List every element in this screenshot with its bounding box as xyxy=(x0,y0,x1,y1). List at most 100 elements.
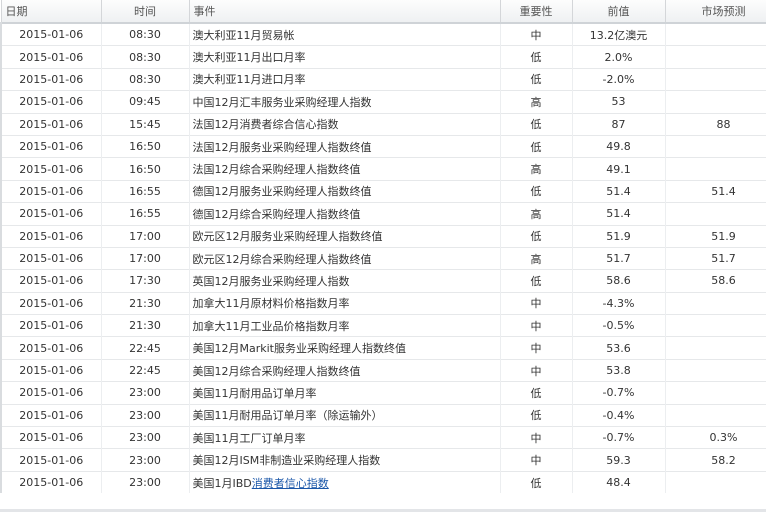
forecast-cell xyxy=(664,90,766,114)
col-header-forecast[interactable]: 市场预测 xyxy=(664,0,766,24)
forecast-cell xyxy=(664,291,766,315)
table-row[interactable]: 2015-01-06 21:30 加拿大11月工业品价格指数月率中 -0.5% xyxy=(0,314,766,337)
date-cell: 2015-01-06 xyxy=(0,470,102,494)
time-cell: 16:55 xyxy=(100,202,190,226)
previous-value-cell: -4.3% xyxy=(571,291,666,315)
previous-value-cell: 53.8 xyxy=(571,358,666,382)
economic-calendar: 日期 时间 事件 重要性 前值 市场预测 2015-01-06 08:30 澳大利亚… xyxy=(0,0,766,512)
previous-value-cell: 51.4 xyxy=(571,202,666,226)
importance-cell: 低 xyxy=(499,112,573,136)
col-header-previous[interactable]: 前值 xyxy=(571,0,666,24)
forecast-cell: 58.6 xyxy=(664,269,766,293)
previous-value-cell: 87 xyxy=(571,112,666,136)
table-row[interactable]: 2015-01-06 23:00 美国12月ISM非制造业采购经理人指数中 59.3 5… xyxy=(0,448,766,472)
table-row[interactable]: 2015-01-06 16:55 德国12月服务业采购经理人指数终值低 51.4 51.… xyxy=(0,179,766,203)
event-cell: 加拿大11月原材料价格指数月率 xyxy=(188,291,501,315)
date-cell: 2015-01-06 xyxy=(0,358,102,382)
event-cell: 欧元区12月服务业采购经理人指数终值 xyxy=(188,224,501,248)
importance-cell: 中 xyxy=(499,358,573,382)
table-row[interactable]: 2015-01-06 17:30 英国12月服务业采购经理人指数低 58.6 58.6 xyxy=(0,269,766,293)
col-header-event[interactable]: 事件 xyxy=(188,0,501,24)
event-cell: 德国12月综合采购经理人指数终值 xyxy=(188,202,501,226)
col-header-time[interactable]: 时间 xyxy=(100,0,190,24)
table-row[interactable]: 2015-01-06 15:45 法国12月消费者综合信心指数低 87 88 xyxy=(0,112,766,136)
event-cell: 欧元区12月综合采购经理人指数终值 xyxy=(188,246,501,270)
importance-cell: 中 xyxy=(499,426,573,449)
date-cell: 2015-01-06 xyxy=(0,179,102,203)
forecast-cell: 51.9 xyxy=(664,224,766,248)
col-header-importance[interactable]: 重要性 xyxy=(499,0,573,24)
event-cell: 澳大利亚11月贸易帐 xyxy=(188,22,501,46)
forecast-cell: 58.2 xyxy=(664,448,766,472)
table-row[interactable]: 2015-01-06 22:45 美国12月Markit服务业采购经理人指数终值中 5… xyxy=(0,336,766,360)
forecast-cell xyxy=(664,22,766,46)
time-cell: 23:00 xyxy=(100,381,190,405)
event-cell: 美国12月ISM非制造业采购经理人指数 xyxy=(188,448,501,472)
previous-value-cell: -0.5% xyxy=(571,314,666,337)
table-row[interactable]: 2015-01-06 16:50 法国12月综合采购经理人指数终值高 49.1 xyxy=(0,157,766,181)
time-cell: 23:00 xyxy=(100,426,190,449)
table-row[interactable]: 2015-01-06 09:45 中国12月汇丰服务业采购经理人指数高 53 xyxy=(0,90,766,114)
time-cell: 16:55 xyxy=(100,179,190,203)
table-row[interactable]: 2015-01-06 08:30 澳大利亚11月出口月率低 2.0% xyxy=(0,45,766,69)
event-cell: 美国12月Markit服务业采购经理人指数终值 xyxy=(188,336,501,360)
table-row[interactable]: 2015-01-06 08:30 澳大利亚11月贸易帐中 13.2亿澳元 xyxy=(0,22,766,46)
table-row[interactable]: 2015-01-06 16:55 德国12月综合采购经理人指数终值高 51.4 xyxy=(0,202,766,226)
event-cell: 法国12月综合采购经理人指数终值 xyxy=(188,157,501,181)
time-cell: 21:30 xyxy=(100,291,190,315)
table-row[interactable]: 2015-01-06 23:00 美国11月耐用品订单月率（除运输外）低 -0.4% xyxy=(0,403,766,427)
table-row[interactable]: 2015-01-06 08:30 澳大利亚11月进口月率低 -2.0% xyxy=(0,67,766,91)
event-cell: 法国12月服务业采购经理人指数终值 xyxy=(188,134,501,158)
table-row[interactable]: 2015-01-06 21:30 加拿大11月原材料价格指数月率中 -4.3% xyxy=(0,291,766,315)
table-row[interactable]: 2015-01-06 16:50 法国12月服务业采购经理人指数终值低 49.8 xyxy=(0,134,766,158)
event-text: 美国1月IBD xyxy=(192,476,252,490)
table-row[interactable]: 2015-01-06 17:00 欧元区12月综合采购经理人指数终值高 51.7 51.… xyxy=(0,246,766,270)
previous-value-cell: 2.0% xyxy=(571,45,666,69)
previous-value-cell: -0.7% xyxy=(571,381,666,405)
forecast-cell xyxy=(664,336,766,360)
forecast-cell xyxy=(664,202,766,226)
date-cell: 2015-01-06 xyxy=(0,157,102,181)
importance-cell: 低 xyxy=(499,179,573,203)
forecast-cell xyxy=(664,381,766,405)
date-cell: 2015-01-06 xyxy=(0,134,102,158)
importance-cell: 低 xyxy=(499,403,573,427)
time-cell: 22:45 xyxy=(100,358,190,382)
col-header-date[interactable]: 日期 xyxy=(0,0,102,24)
time-cell: 08:30 xyxy=(100,22,190,46)
header-row: 日期 时间 事件 重要性 前值 市场预测 xyxy=(0,0,766,24)
forecast-cell: 51.7 xyxy=(664,246,766,270)
event-link[interactable]: 消费者信心指数 xyxy=(252,477,329,490)
previous-value-cell: 13.2亿澳元 xyxy=(571,22,666,46)
forecast-cell xyxy=(664,134,766,158)
time-cell: 08:30 xyxy=(100,67,190,91)
time-cell: 15:45 xyxy=(100,112,190,136)
previous-value-cell: 51.7 xyxy=(571,246,666,270)
date-cell: 2015-01-06 xyxy=(0,67,102,91)
event-cell: 加拿大11月工业品价格指数月率 xyxy=(188,314,501,337)
time-cell: 23:00 xyxy=(100,470,190,494)
event-cell: 澳大利亚11月出口月率 xyxy=(188,45,501,69)
forecast-cell xyxy=(664,358,766,382)
time-cell: 22:45 xyxy=(100,336,190,360)
table-row[interactable]: 2015-01-06 23:00 美国11月工厂订单月率中 -0.7% 0.3% xyxy=(0,426,766,449)
previous-value-cell: 49.8 xyxy=(571,134,666,158)
previous-value-cell: 48.4 xyxy=(571,470,666,494)
time-cell: 17:00 xyxy=(100,246,190,270)
importance-cell: 低 xyxy=(499,381,573,405)
event-cell: 法国12月消费者综合信心指数 xyxy=(188,112,501,136)
date-cell: 2015-01-06 xyxy=(0,90,102,114)
importance-cell: 低 xyxy=(499,470,573,494)
table-row[interactable]: 2015-01-06 23:00 美国11月耐用品订单月率低 -0.7% xyxy=(0,381,766,405)
importance-cell: 中 xyxy=(499,448,573,472)
table-row[interactable]: 2015-01-06 23:00 美国1月IBD消费者信心指数 低 48.4 xyxy=(0,470,766,494)
date-cell: 2015-01-06 xyxy=(0,224,102,248)
date-cell: 2015-01-06 xyxy=(0,336,102,360)
table-row[interactable]: 2015-01-06 17:00 欧元区12月服务业采购经理人指数终值低 51.9 51… xyxy=(0,224,766,248)
forecast-cell xyxy=(664,45,766,69)
forecast-cell xyxy=(664,67,766,91)
date-cell: 2015-01-06 xyxy=(0,426,102,449)
table-row[interactable]: 2015-01-06 22:45 美国12月综合采购经理人指数终值中 53.8 xyxy=(0,358,766,382)
time-cell: 16:50 xyxy=(100,134,190,158)
forecast-cell: 51.4 xyxy=(664,179,766,203)
